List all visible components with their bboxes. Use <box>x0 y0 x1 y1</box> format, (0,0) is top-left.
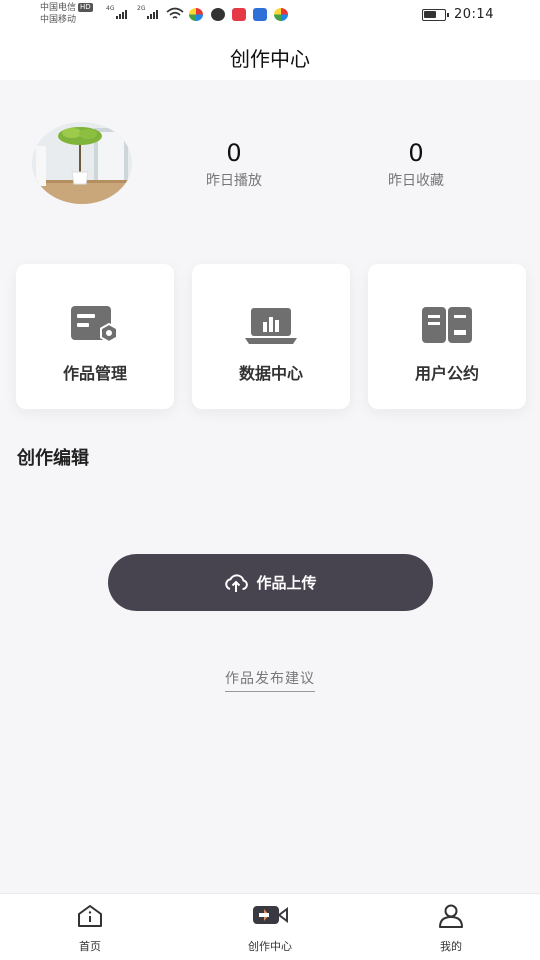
user-icon <box>439 904 463 928</box>
avatar[interactable] <box>32 122 132 204</box>
tab-bar: 首页 创作中心 我的 <box>0 893 540 960</box>
hd-badge: HD <box>78 3 93 12</box>
card-label: 用户公约 <box>414 364 479 383</box>
upload-button-label: 作品上传 <box>256 574 317 592</box>
status-bar: 中国电信 HD 中国移动 4G 2G 20:14 <box>0 0 540 32</box>
cloud-upload-icon <box>225 573 249 592</box>
app-notification-icon <box>253 8 267 21</box>
plant-photo-avatar <box>32 122 132 204</box>
navigation-bar: 创作中心 <box>0 32 540 80</box>
laptop-chart-icon <box>245 308 297 344</box>
home-icon <box>78 905 102 927</box>
app-notification-icon <box>189 8 203 21</box>
stat-plays-value: 0 <box>226 139 242 167</box>
card-user-agreement[interactable]: 用户公约 <box>368 264 526 409</box>
tab-home[interactable]: 首页 <box>30 894 150 960</box>
tab-creation-center[interactable]: 创作中心 <box>210 894 330 960</box>
app-notification-icon <box>211 8 225 21</box>
clock: 20:14 <box>454 7 494 22</box>
signal-1-icon <box>116 9 127 19</box>
stat-favorites: 0 昨日收藏 <box>356 138 476 190</box>
publish-advice-link[interactable]: 作品发布建议 <box>225 668 315 692</box>
tab-label: 我的 <box>440 940 462 953</box>
app-notification-icon <box>232 8 246 21</box>
open-book-icon <box>422 307 472 343</box>
stat-favorites-value: 0 <box>408 139 424 167</box>
tab-profile[interactable]: 我的 <box>391 894 511 960</box>
section-title: 创作编辑 <box>17 448 89 469</box>
card-label: 作品管理 <box>62 364 127 383</box>
carrier-2-name: 中国移动 <box>40 15 77 25</box>
upload-button[interactable]: 作品上传 <box>108 554 433 611</box>
video-camera-icon <box>253 906 288 924</box>
app-notification-icon <box>274 8 288 21</box>
network-type-1: 4G <box>106 5 115 12</box>
carrier-info: 中国电信 HD 中国移动 <box>40 2 93 26</box>
card-works-management[interactable]: 作品管理 <box>16 264 174 409</box>
carrier-1-name: 中国电信 <box>40 3 77 13</box>
tab-label: 创作中心 <box>248 940 292 953</box>
stat-plays-label: 昨日播放 <box>206 173 262 189</box>
card-label: 数据中心 <box>238 364 303 383</box>
card-data-center[interactable]: 数据中心 <box>192 264 350 409</box>
stat-plays: 0 昨日播放 <box>174 138 294 190</box>
advice-container: 作品发布建议 <box>0 668 540 692</box>
network-type-2: 2G <box>137 5 146 12</box>
wifi-icon <box>166 7 184 19</box>
battery-icon <box>422 9 449 21</box>
signal-2-icon <box>147 9 158 19</box>
stat-favorites-label: 昨日收藏 <box>388 173 444 189</box>
page-title: 创作中心 <box>230 47 310 71</box>
tab-label: 首页 <box>79 940 101 953</box>
document-settings-icon <box>71 306 118 344</box>
